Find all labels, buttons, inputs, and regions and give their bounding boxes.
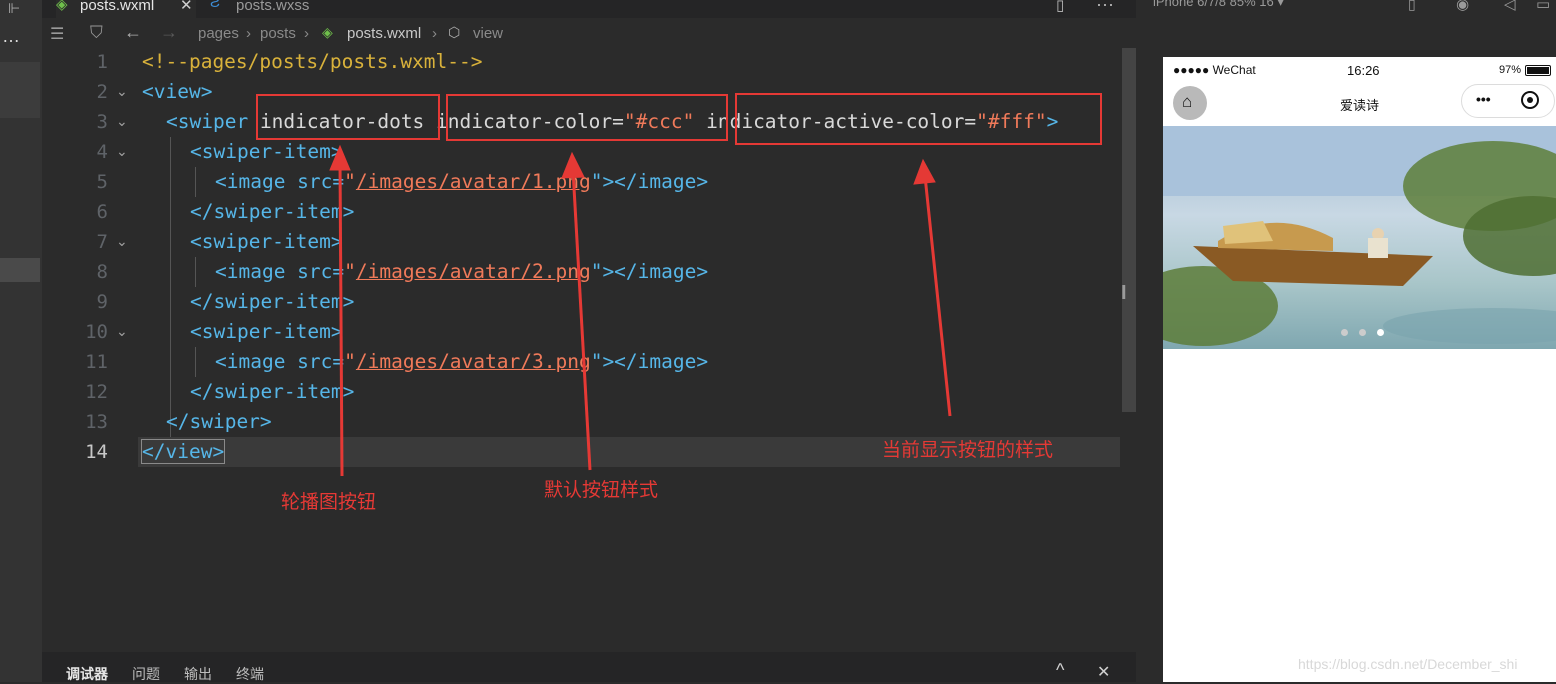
swiper-banner[interactable] xyxy=(1163,126,1556,349)
swiper-dot[interactable] xyxy=(1359,329,1366,336)
swiper-image xyxy=(1163,126,1556,346)
tab-terminal[interactable]: 终端 xyxy=(236,664,264,684)
capsule-more-icon[interactable]: ••• xyxy=(1476,91,1491,107)
tab-problems[interactable]: 问题 xyxy=(132,664,160,684)
arrow-head-dots xyxy=(329,144,351,171)
status-time: 16:26 xyxy=(1347,63,1380,78)
arrow-head-color xyxy=(561,151,585,179)
annotation-color-label: 默认按钮样式 xyxy=(544,480,659,501)
close-panel-icon[interactable]: ✕ xyxy=(1097,662,1110,682)
record-icon[interactable]: ◉ xyxy=(1456,0,1469,13)
battery-icon xyxy=(1525,65,1551,76)
watermark: https://blog.csdn.net/December_shi xyxy=(1298,656,1518,672)
collapse-panel-icon[interactable]: ^ xyxy=(1056,660,1064,681)
volume-icon[interactable]: ◁ xyxy=(1504,0,1516,13)
annotation-dots-label: 轮播图按钮 xyxy=(281,492,377,513)
arrow-dots xyxy=(338,159,344,477)
arrow-color xyxy=(571,169,592,471)
capsule-close-icon[interactable] xyxy=(1521,91,1539,109)
phone-icon[interactable]: ▯ xyxy=(1408,0,1416,13)
arrow-head-active xyxy=(913,158,936,185)
status-carrier: ●●●●● WeChat xyxy=(1173,63,1256,77)
status-battery: 97% xyxy=(1499,64,1522,76)
phone-screen: ●●●●● WeChat 16:26 97% ⌂ 爱读诗 ••• xyxy=(1163,57,1556,682)
device-select[interactable]: iPhone 6/7/8 85% 16 ▾ xyxy=(1153,0,1284,10)
annotation-arrows xyxy=(329,144,952,477)
swiper-dot-active[interactable] xyxy=(1377,329,1384,336)
tab-output[interactable]: 输出 xyxy=(184,664,212,684)
more-icon[interactable]: ▭ xyxy=(1536,0,1550,13)
annotation-active-label: 当前显示按钮的样式 xyxy=(882,440,1054,461)
arrow-active xyxy=(923,175,952,417)
swiper-dot[interactable] xyxy=(1341,329,1348,336)
tab-debugger[interactable]: 调试器 xyxy=(66,664,108,684)
capsule-menu[interactable]: ••• xyxy=(1461,84,1555,118)
